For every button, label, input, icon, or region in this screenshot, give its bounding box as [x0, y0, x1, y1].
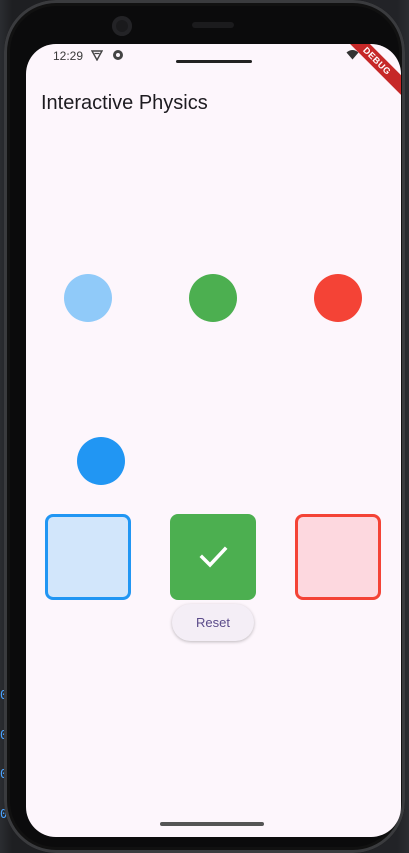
- page-title: Interactive Physics: [41, 92, 208, 114]
- blue-ball[interactable]: [77, 437, 125, 485]
- blue-drop-target[interactable]: [45, 514, 131, 600]
- green-ball[interactable]: [189, 274, 237, 322]
- reset-button[interactable]: Reset: [172, 604, 254, 641]
- light-blue-ball[interactable]: [64, 274, 112, 322]
- speaker-grille: [192, 22, 234, 28]
- green-drop-target[interactable]: [170, 514, 256, 600]
- status-time: 12:29: [53, 49, 84, 63]
- check-icon: [199, 546, 228, 568]
- red-drop-target[interactable]: [295, 514, 381, 600]
- vpn-icon: [90, 48, 103, 61]
- red-ball[interactable]: [314, 274, 362, 322]
- sync-icon: [111, 48, 124, 61]
- notch-indicator: [176, 60, 252, 63]
- phone-frame: 12:29 DEBUG Interactive Physics Reset: [4, 0, 405, 853]
- app-screen: 12:29 DEBUG Interactive Physics Reset: [26, 44, 401, 837]
- camera-icon: [112, 16, 132, 36]
- home-indicator: [160, 822, 264, 826]
